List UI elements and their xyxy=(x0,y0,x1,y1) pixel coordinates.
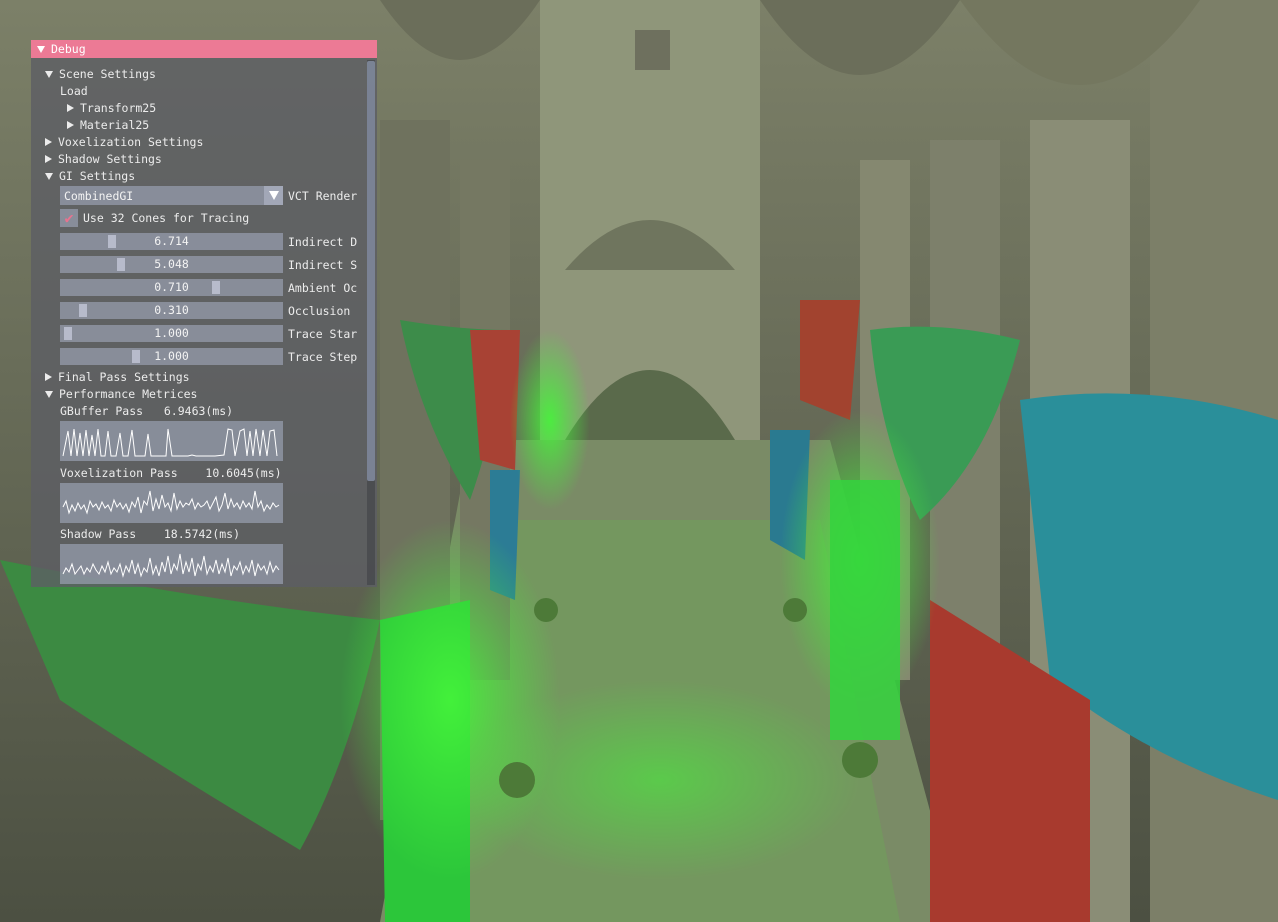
expanded-arrow-icon xyxy=(45,172,53,180)
slider-grab-handle[interactable] xyxy=(117,258,125,271)
slider-indirect-diffuse[interactable]: 6.714 xyxy=(60,233,283,250)
expanded-arrow-icon xyxy=(45,390,53,398)
plot-line xyxy=(62,553,280,578)
tree-node-shadow-settings[interactable]: Shadow Settings xyxy=(45,151,162,167)
tree-node-material[interactable]: Material25 xyxy=(67,117,149,133)
slider-grab-handle[interactable] xyxy=(64,327,72,340)
tree-node-label: GI Settings xyxy=(59,169,136,183)
debug-window-titlebar[interactable]: Debug xyxy=(31,40,377,58)
tree-node-label: Material25 xyxy=(80,118,150,132)
shadow-pass-plot[interactable] xyxy=(60,544,283,584)
slider-value: 1.000 xyxy=(154,349,189,363)
slider-label: Indirect S xyxy=(288,258,358,272)
tree-node-label: Voxelization Settings xyxy=(58,135,204,149)
render-mode-combo[interactable]: CombinedGI xyxy=(60,186,283,205)
slider-label: Ambient Oc xyxy=(288,281,358,295)
slider-grab-handle[interactable] xyxy=(132,350,140,363)
slider-ambient-occlusion[interactable]: 0.710 xyxy=(60,279,283,296)
slider-value: 0.310 xyxy=(154,303,189,317)
tree-node-transform[interactable]: Transform25 xyxy=(67,100,156,116)
use-32-cones-checkbox[interactable]: ✔ xyxy=(60,209,78,227)
slider-value: 1.000 xyxy=(154,326,189,340)
tree-node-scene-settings[interactable]: Scene Settings xyxy=(45,66,156,82)
slider-trace-start[interactable]: 1.000 xyxy=(60,325,283,342)
tree-node-voxelization-settings[interactable]: Voxelization Settings xyxy=(45,134,203,150)
collapsed-arrow-icon xyxy=(67,104,74,112)
collapse-triangle-icon[interactable] xyxy=(37,45,45,53)
gbuffer-pass-plot[interactable] xyxy=(60,421,283,461)
tree-node-label: Shadow Settings xyxy=(58,152,162,166)
debug-window: Debug Scene Settings Load Transform25 Ma… xyxy=(31,40,377,587)
tree-node-label: Scene Settings xyxy=(59,67,156,81)
slider-value: 0.710 xyxy=(154,280,189,294)
collapsed-arrow-icon xyxy=(67,121,74,129)
load-label: Load xyxy=(60,84,88,98)
plot-line xyxy=(62,428,278,457)
gbuffer-pass-label: GBuffer Pass 6.9463(ms) xyxy=(60,404,234,418)
slider-grab-handle[interactable] xyxy=(108,235,116,248)
scrollbar-thumb[interactable] xyxy=(367,61,375,481)
collapsed-arrow-icon xyxy=(45,373,52,381)
tree-node-performance-metrices[interactable]: Performance Metrices xyxy=(45,386,197,402)
plot-line xyxy=(62,490,280,515)
tree-node-label: Performance Metrices xyxy=(59,387,198,401)
combo-value: CombinedGI xyxy=(64,188,134,203)
slider-value: 5.048 xyxy=(154,257,189,271)
slider-label: Occlusion xyxy=(288,304,351,318)
slider-label: Indirect D xyxy=(288,235,358,249)
expanded-arrow-icon xyxy=(45,70,53,78)
window-title: Debug xyxy=(51,42,86,56)
slider-grab-handle[interactable] xyxy=(79,304,87,317)
tree-node-label: Transform25 xyxy=(80,101,157,115)
voxelization-pass-plot[interactable] xyxy=(60,483,283,523)
slider-label: Trace Star xyxy=(288,327,358,341)
collapsed-arrow-icon xyxy=(45,138,52,146)
tree-node-final-pass-settings[interactable]: Final Pass Settings xyxy=(45,369,190,385)
slider-occlusion[interactable]: 0.310 xyxy=(60,302,283,319)
slider-value: 6.714 xyxy=(154,234,189,248)
shadow-pass-label: Shadow Pass 18.5742(ms) xyxy=(60,527,241,541)
slider-trace-step[interactable]: 1.000 xyxy=(60,348,283,365)
collapsed-arrow-icon xyxy=(45,155,52,163)
slider-grab-handle[interactable] xyxy=(212,281,220,294)
combo-dropdown-button[interactable] xyxy=(264,186,283,205)
tree-node-gi-settings[interactable]: GI Settings xyxy=(45,168,135,184)
slider-indirect-specular[interactable]: 5.048 xyxy=(60,256,283,273)
slider-label: Trace Step xyxy=(288,350,358,364)
chevron-down-icon xyxy=(268,191,279,200)
checkbox-label: Use 32 Cones for Tracing xyxy=(83,211,250,225)
tree-node-label: Final Pass Settings xyxy=(58,370,190,384)
checkmark-icon: ✔ xyxy=(64,209,74,227)
combo-label: VCT Render xyxy=(288,189,358,203)
voxelization-pass-label: Voxelization Pass 10.6045(ms) xyxy=(60,466,282,480)
